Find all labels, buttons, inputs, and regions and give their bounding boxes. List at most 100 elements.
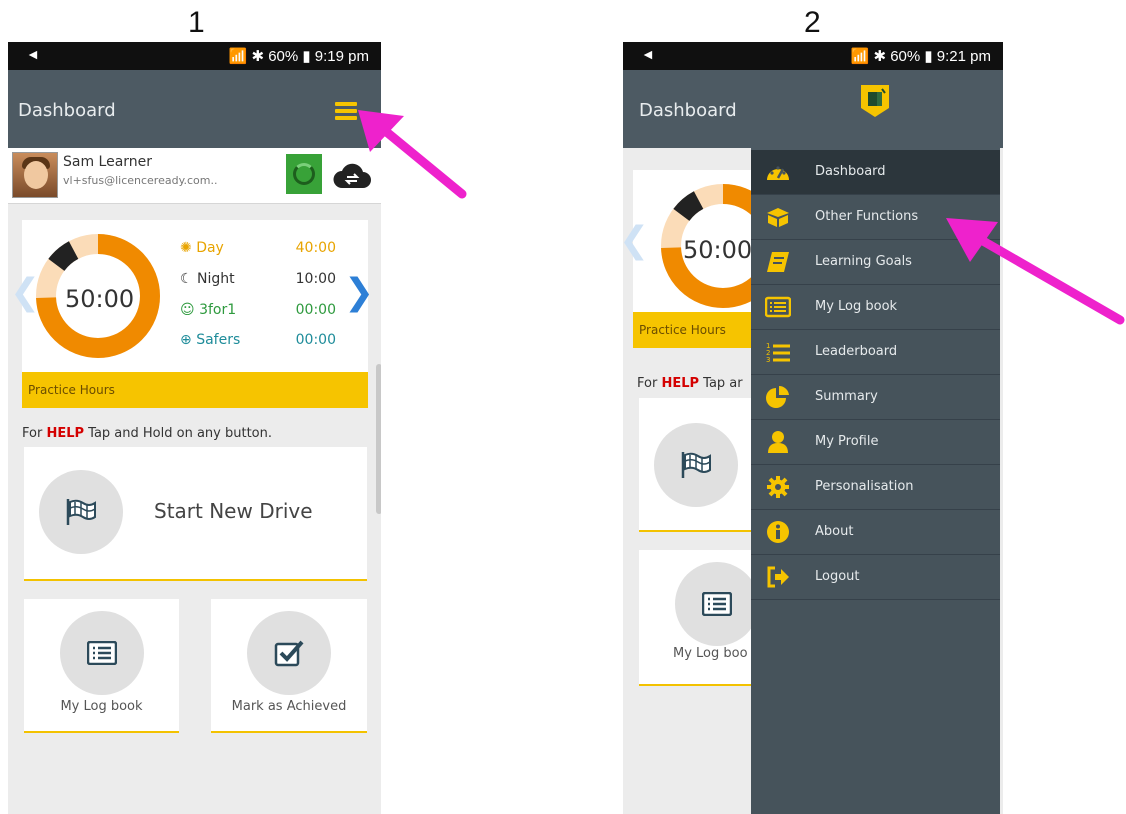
menu-label: My Log book [815, 299, 898, 314]
menu-item-summary[interactable]: Summary [751, 375, 1000, 420]
page-title: Dashboard [639, 100, 737, 121]
safers-value: 00:00 [295, 332, 336, 348]
log-book-icon [87, 641, 117, 665]
log-book-icon [702, 592, 732, 616]
sun-icon: ✺ [180, 240, 192, 256]
screenshot-1: ◄ 📶 ✱ 60% ▮ 9:19 pm Dashboard Sam Learne… [8, 42, 381, 814]
mark-achieved-circle [247, 611, 331, 695]
mark-as-achieved-button[interactable]: Mark as Achieved [211, 599, 367, 733]
app-header: Dashboard [8, 70, 381, 148]
night-value: 10:00 [295, 271, 336, 287]
help-keyword: HELP [661, 376, 700, 391]
practice-hours-bar: Practice Hours [22, 372, 368, 408]
back-indicator: ◄ [641, 46, 655, 62]
flag-icon [66, 499, 96, 525]
menu-label: Other Functions [815, 209, 919, 224]
app-logo [861, 85, 889, 117]
smile-icon: ☺ [180, 302, 195, 318]
day-row: ✺ Day [180, 240, 224, 256]
menu-item-about[interactable]: About [751, 510, 1000, 555]
total-hours: 50:00 [65, 285, 135, 313]
step-number-1: 1 [188, 6, 205, 39]
flag-icon [681, 452, 711, 478]
log-book-label: My Log boo [673, 646, 748, 661]
mark-achieved-label: Mark as Achieved [231, 699, 347, 714]
chevron-left-icon[interactable]: ❮ [10, 272, 40, 313]
safers-icon: ⊕ [180, 332, 192, 348]
page-title: Dashboard [18, 100, 116, 121]
annotation-arrow-2 [946, 218, 1125, 325]
annotation-arrow-1 [358, 110, 467, 199]
menu-item-dashboard[interactable]: Dashboard [751, 150, 1000, 195]
user-email: vl+sfus@licenceready.com.. [63, 174, 218, 187]
day-label: Day [196, 240, 224, 256]
status-info: 📶 ✱ 60% ▮ 9:19 pm [228, 48, 369, 65]
menu-item-personalisation[interactable]: Personalisation [751, 465, 1000, 510]
practice-hours-card[interactable]: 50:00 ✺ Day 40:00 ☾ Night 10:00 ☺ 3for1 … [10, 220, 374, 408]
menu-label: Leaderboard [815, 344, 898, 359]
start-drive-circle [39, 470, 123, 554]
log-book-icon [765, 296, 791, 318]
help-hint: For HELP Tap and Hold on any button. [22, 426, 272, 441]
threefor1-row: ☺ 3for1 [180, 302, 236, 318]
menu-label: Logout [815, 569, 860, 584]
threefor1-value: 00:00 [295, 302, 336, 318]
night-label: Night [197, 271, 235, 287]
status-bar: ◄ 📶 ✱ 60% ▮ 9:19 pm [8, 42, 381, 70]
log-book-button[interactable]: My Log book [24, 599, 179, 733]
chevron-right-icon[interactable]: ❯ [344, 272, 374, 313]
gear-icon [767, 476, 789, 498]
avatar[interactable] [12, 152, 58, 198]
menu-label: My Profile [815, 434, 879, 449]
user-row: Sam Learner vl+sfus@licenceready.com.. [8, 148, 381, 204]
sync-status-button[interactable] [286, 154, 322, 194]
practice-hours-card[interactable]: 50:00 ❮ Practice Hours [623, 170, 785, 348]
log-book-button[interactable]: My Log boo [639, 550, 769, 686]
scrollbar[interactable] [376, 364, 381, 514]
menu-label: Personalisation [815, 479, 914, 494]
back-indicator: ◄ [26, 46, 40, 62]
drawer-header [751, 70, 1000, 152]
menu-label: Summary [815, 389, 878, 404]
navigation-drawer: Dashboard Other Functions Learning Goals… [751, 70, 1000, 814]
log-book-circle [675, 562, 759, 646]
screenshot-2: ◄ 📶 ✱ 60% ▮ 9:21 pm Dashboard 50:00 ❮ Pr… [623, 42, 1003, 814]
safers-row: ⊕ Safers [180, 332, 240, 348]
menu-item-logout[interactable]: Logout [751, 555, 1000, 600]
status-bar: ◄ 📶 ✱ 60% ▮ 9:21 pm [623, 42, 1003, 70]
box-icon [767, 208, 789, 227]
menu-item-leaderboard[interactable]: 1 2 3 Leaderboard [751, 330, 1000, 375]
svg-text:3: 3 [766, 356, 770, 364]
status-info: 📶 ✱ 60% ▮ 9:21 pm [850, 48, 991, 65]
moon-icon: ☾ [180, 271, 193, 287]
safers-label: Safers [196, 332, 241, 348]
dashboard-icon [767, 166, 789, 180]
start-new-drive-button[interactable]: Start New Drive [24, 447, 367, 581]
help-hint: For HELP Tap ar [637, 376, 743, 391]
logout-icon [767, 566, 789, 588]
step-number-2: 2 [804, 6, 821, 39]
info-icon [767, 521, 789, 543]
menu-label: About [815, 524, 854, 539]
log-book-circle [60, 611, 144, 695]
menu-label: Dashboard [815, 164, 886, 179]
user-icon [768, 431, 788, 453]
loading-spinner-icon [293, 163, 315, 185]
menu-label: Learning Goals [815, 254, 912, 269]
log-book-label: My Log book [60, 699, 143, 714]
start-drive-circle [654, 423, 738, 507]
menu-item-my-profile[interactable]: My Profile [751, 420, 1000, 465]
pie-chart-icon [766, 385, 789, 408]
help-keyword: HELP [46, 426, 85, 441]
start-drive-label: Start New Drive [154, 499, 313, 523]
book-icon [767, 252, 789, 272]
total-hours: 50:00 [683, 236, 753, 264]
checkbox-icon [274, 640, 304, 667]
user-name: Sam Learner [63, 154, 153, 170]
practice-hours-bar: Practice Hours [633, 312, 763, 348]
start-new-drive-button[interactable] [639, 398, 769, 532]
leaderboard-icon: 1 2 3 [766, 342, 790, 364]
night-row: ☾ Night [180, 271, 235, 287]
day-value: 40:00 [295, 240, 336, 256]
chevron-left-icon[interactable]: ❮ [623, 220, 649, 261]
